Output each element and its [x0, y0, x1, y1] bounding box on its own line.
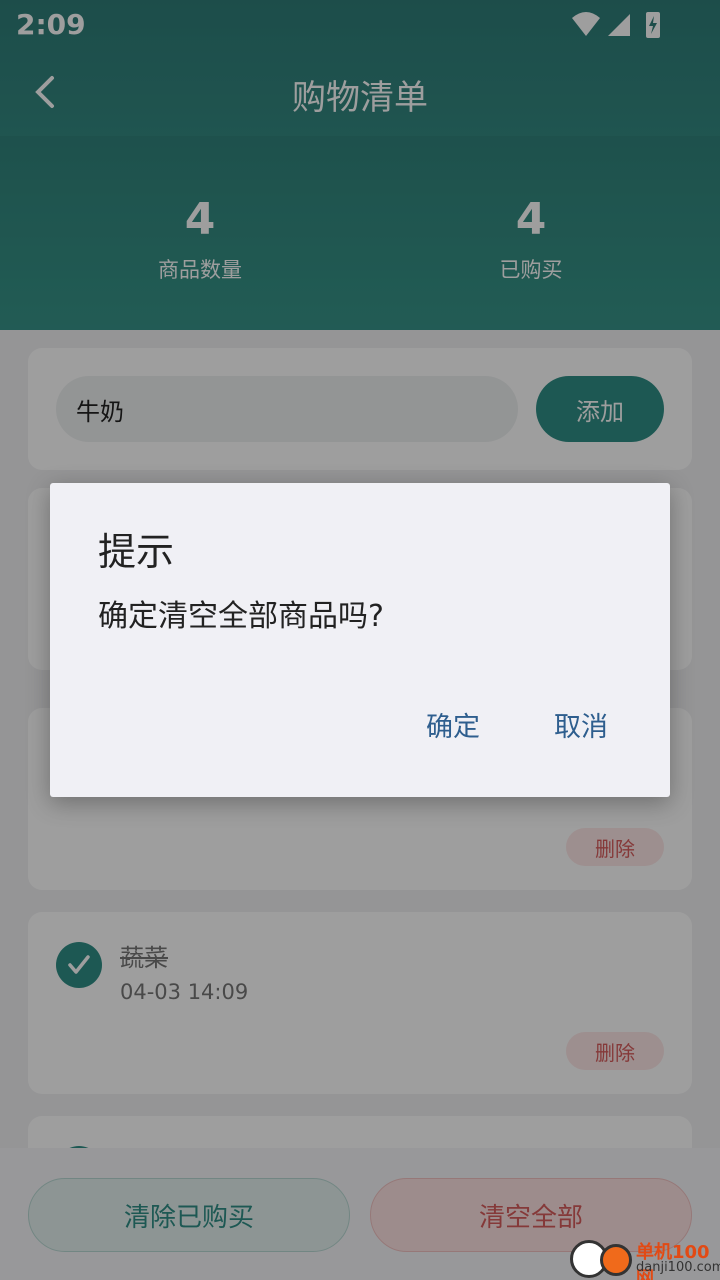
dialog-message: 确定清空全部商品吗? — [98, 599, 384, 634]
watermark: 单机100网 danji100.com — [570, 1238, 720, 1280]
dialog-cancel-button[interactable]: 取消 — [554, 705, 608, 744]
dialog-title: 提示 — [98, 530, 175, 574]
watermark-url: danji100.com — [636, 1260, 720, 1275]
watermark-logo-icon — [600, 1244, 632, 1276]
confirm-dialog: 提示 确定清空全部商品吗? 确定 取消 — [50, 483, 670, 797]
dialog-ok-button[interactable]: 确定 — [426, 705, 480, 744]
